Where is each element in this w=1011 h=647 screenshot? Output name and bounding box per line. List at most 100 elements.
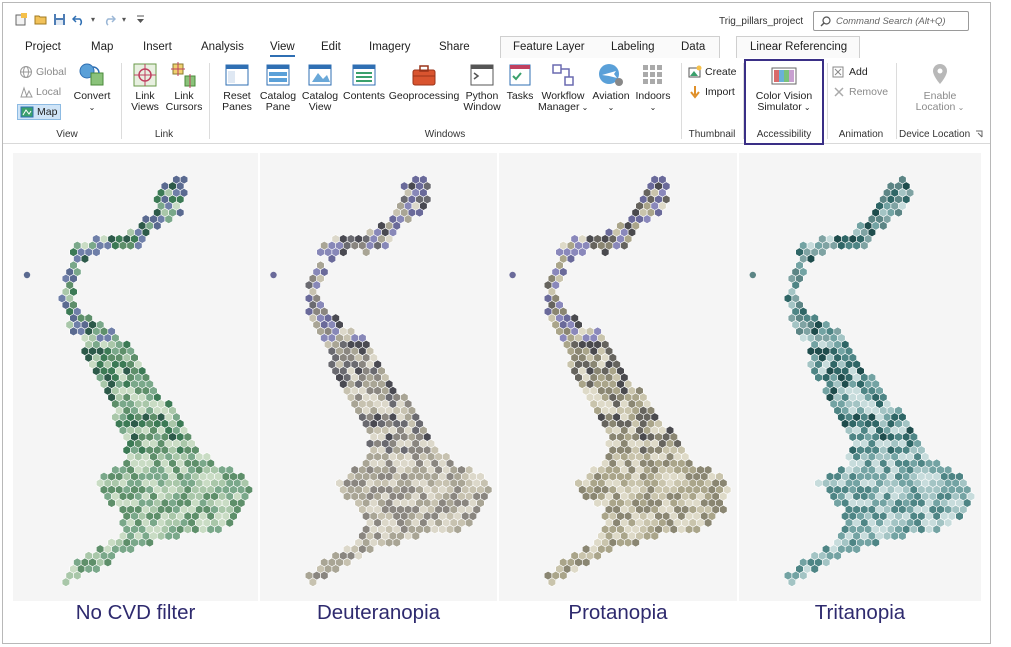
geoprocessing-button[interactable]: Geoprocessing [388,62,460,102]
hex-cell [593,551,602,561]
convert-button[interactable]: Convert ⌄ [69,62,115,113]
reset-panes-button[interactable]: Reset Panes [216,62,258,113]
tab-map[interactable]: Map [91,39,113,55]
hex-cell [704,518,713,528]
redo-icon[interactable] [103,13,117,26]
command-search-input[interactable] [836,14,966,28]
hex-cell [894,207,903,218]
hex-cell [604,544,614,554]
tab-analysis[interactable]: Analysis [201,39,244,55]
hex-cell [381,240,390,251]
hex-cell [909,524,918,535]
hex-cell [677,524,686,535]
redo-dropdown-icon[interactable]: ▾ [122,13,128,26]
link-views-button[interactable]: Link Views [126,62,164,113]
hex-cell [593,498,602,508]
aviation-button[interactable]: Aviation ⌄ [590,62,632,113]
convert-dropdown-icon: ⌄ [88,103,96,112]
hex-cell [438,524,447,535]
workflow-manager-button[interactable]: Workflow Manager ⌄ [538,62,588,113]
hex-cell [138,537,147,548]
customize-toolbar-icon[interactable] [134,13,147,26]
hex-cell [898,531,907,541]
create-thumbnail-button[interactable]: Create [688,64,737,80]
enable-location-button[interactable]: Enable Location ⌄ [905,62,975,113]
hex-cell [883,531,892,541]
hex-cell [176,207,185,218]
tab-share[interactable]: Share [439,39,470,55]
tab-labeling[interactable]: Labeling [611,39,654,55]
caption-deuteranopia: Deuteranopia [316,601,441,624]
hex-cell [404,214,413,224]
globe-icon [20,66,32,78]
undo-icon[interactable] [71,13,85,26]
hex-cell [924,524,934,535]
hex-cell [423,524,432,535]
hex-cell [692,524,701,535]
new-project-icon[interactable] [15,13,28,26]
hex-cell [411,531,420,541]
hex-cell [860,240,869,251]
local-button[interactable]: Local [19,84,61,100]
hex-cell [829,240,838,251]
add-keyframe-icon [832,66,844,78]
tab-imagery[interactable]: Imagery [369,39,411,55]
catalog-pane-button[interactable]: Catalog Pane [258,62,298,113]
tab-project[interactable]: Project [25,39,61,55]
hex-cell [164,214,173,224]
animation-group: Add Remove Animation [828,59,894,143]
tab-insert[interactable]: Insert [143,39,172,55]
undo-dropdown-icon[interactable]: ▾ [91,13,97,26]
tab-linear-referencing[interactable]: Linear Referencing [750,39,847,55]
hex-cell [624,537,633,548]
tasks-icon [509,64,531,86]
add-animation-button[interactable]: Add [832,64,868,80]
tab-data[interactable]: Data [681,39,705,55]
hex-cell [107,498,116,508]
aviation-icon [599,64,623,86]
hex-cell [818,247,827,257]
indoors-dropdown-icon: ⌄ [649,103,657,112]
catalog-pane-icon [266,64,290,86]
hex-cell [145,537,154,548]
hex-cell [308,577,317,587]
hex-cell [631,537,640,548]
catalog-view-button[interactable]: Catalog View [300,62,340,113]
dialog-launcher-icon[interactable] [975,130,983,138]
hex-cell [810,564,819,574]
hex-cell [134,240,143,251]
hex-cell [578,247,587,257]
contents-icon [352,64,376,86]
hex-cell [582,491,591,502]
command-search[interactable] [813,11,969,31]
contents-button[interactable]: Contents [342,62,386,102]
tab-view[interactable]: View [270,39,295,57]
import-thumbnail-button[interactable]: Import [688,84,735,100]
tasks-button[interactable]: Tasks [504,62,536,102]
save-icon[interactable] [53,13,66,26]
hex-cell [73,570,82,581]
hex-cell [126,240,135,251]
indoors-button[interactable]: Indoors ⌄ [634,62,672,113]
island-marker [23,271,31,279]
global-button[interactable]: Global [19,64,66,80]
convert-icon [79,63,104,86]
hex-cell [164,531,173,541]
tab-feature-layer[interactable]: Feature Layer [513,39,585,55]
hex-cell [111,240,120,251]
python-window-button[interactable]: Python Window [462,62,502,113]
hex-cell [917,524,926,535]
hex-cell [92,564,101,574]
hex-cell [198,524,208,535]
indoors-icon [643,65,662,84]
hex-cell [377,537,386,548]
tab-edit[interactable]: Edit [321,39,341,55]
link-cursors-button[interactable]: Link Cursors [165,62,203,113]
open-project-icon[interactable] [34,13,47,26]
hex-cell [852,240,861,251]
map-button[interactable]: Map [17,104,62,120]
remove-animation-button[interactable]: Remove [832,84,888,100]
hex-cell [654,207,663,218]
hex-cell [719,504,728,515]
hex-cell [172,531,181,541]
